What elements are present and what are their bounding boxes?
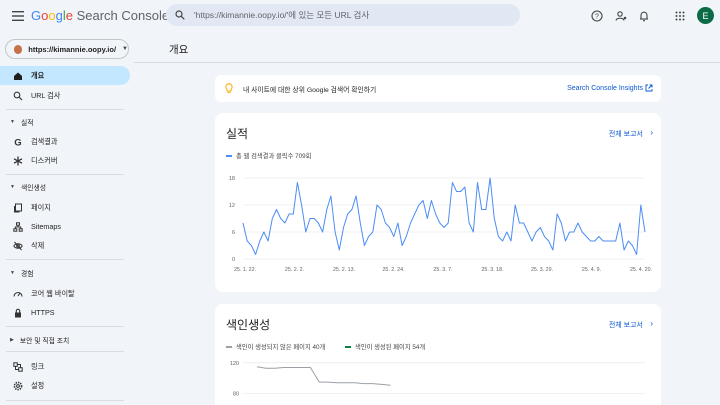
asterisk-icon: [13, 156, 23, 166]
url-inspection-search[interactable]: 'https://kimannie.oopy.io/'에 있는 모든 URL 검…: [166, 4, 520, 26]
y-tick-label: 0: [232, 257, 235, 263]
section-label: 보안 및 직접 조치: [19, 338, 70, 345]
help-icon[interactable]: ?: [590, 9, 604, 23]
insights-text: 내 사이트에 대한 상위 Google 검색어 확인하기: [243, 86, 377, 94]
top-app-bar: Google Search Console 'https://kimannie.…: [0, 0, 720, 32]
y-tick-label: 80: [233, 392, 239, 398]
insights-banner[interactable]: 내 사이트에 대한 상위 Google 검색어 확인하기 Search Cons…: [215, 75, 661, 102]
settings-icon: [13, 381, 23, 391]
x-tick-label: 25. 3. 7.: [433, 267, 452, 273]
sidebar-item-core-web-vitals[interactable]: 코어 웹 바이탈: [0, 284, 130, 303]
indexing-line-chart: 80 120: [230, 361, 645, 398]
sidebar-item-overview[interactable]: 개요: [0, 66, 130, 85]
sidebar-divider: [6, 259, 124, 260]
sidebar-item-pages[interactable]: 페이지: [0, 198, 130, 217]
sidebar-item-label: 삭제: [31, 240, 45, 250]
section-security-manual-actions[interactable]: ▶ 보안 및 직접 조치: [0, 333, 130, 347]
sidebar-item-links[interactable]: 링크: [0, 357, 130, 376]
x-tick-label: 25. 3. 18.: [481, 267, 503, 273]
visibility-off-icon: [13, 241, 23, 251]
search-placeholder: 'https://kimannie.oopy.io/'에 있는 모든 URL 검…: [194, 10, 370, 20]
sidebar-divider: [6, 400, 124, 401]
sidebar-item-label: 디스커버: [31, 155, 58, 165]
sidebar-item-search-results[interactable]: G 검색결과: [0, 132, 130, 151]
page-title: 개요: [169, 44, 189, 56]
sidebar-item-label: Sitemaps: [31, 222, 61, 231]
notifications-icon[interactable]: [637, 9, 651, 23]
sidebar-item-discover[interactable]: 디스커버: [0, 151, 130, 170]
sidebar-divider: [6, 109, 124, 110]
open-in-new-icon[interactable]: [645, 84, 653, 92]
y-tick-label: 120: [230, 361, 239, 367]
search-icon: [166, 10, 194, 20]
sidebar-item-url-inspection[interactable]: URL 검사: [0, 86, 130, 105]
section-label: 실적: [20, 120, 34, 127]
sidebar-item-https[interactable]: HTTPS: [0, 303, 130, 322]
x-tick-label: 25. 4. 20.: [630, 267, 652, 273]
search-console-logo[interactable]: Google Search Console: [31, 8, 169, 23]
links-icon: [13, 361, 23, 372]
y-tick-label: 6: [232, 230, 235, 236]
sidebar-item-label: 설정: [31, 380, 45, 390]
apps-grid-icon[interactable]: [673, 9, 687, 23]
sidebar-divider: [6, 326, 124, 327]
chevron-down-icon: ▼: [122, 46, 128, 52]
expand-triangle-icon: ▶: [10, 337, 14, 343]
insights-link[interactable]: Search Console Insights: [567, 85, 643, 92]
pages-icon: [13, 203, 23, 213]
sitemap-icon: [13, 221, 23, 232]
site-favicon: [14, 44, 23, 54]
sidebar-item-sitemaps[interactable]: Sitemaps: [0, 217, 130, 236]
sidebar-item-label: HTTPS: [31, 308, 55, 317]
collapse-triangle-icon: ▼: [10, 184, 15, 190]
menu-icon[interactable]: [10, 8, 26, 24]
clicks-line-chart: 0 6 12 18 25. 1. 22. 25. 2. 2. 25. 2. 13. 25. 2…: [229, 176, 652, 273]
x-tick-label: 25. 2. 24.: [382, 267, 404, 273]
google-g-icon: G: [13, 137, 23, 147]
sidebar-item-label: 링크: [31, 361, 45, 371]
section-label: 색인생성: [20, 185, 46, 192]
sidebar-item-label: URL 검사: [31, 90, 61, 100]
sidebar-item-settings[interactable]: 설정: [0, 376, 130, 395]
sidebar-item-label: 검색결과: [31, 136, 58, 146]
sidebar-divider: [6, 174, 124, 175]
lock-icon: [13, 308, 23, 318]
x-tick-label: 25. 3. 29.: [531, 267, 553, 273]
clicks-series-line: [242, 177, 646, 255]
sidebar-item-removals[interactable]: 삭제: [0, 236, 130, 255]
section-label: 경험: [20, 271, 34, 278]
y-tick-label: 12: [229, 203, 235, 209]
speed-icon: [13, 289, 23, 299]
not-indexed-series-line: [256, 366, 391, 386]
svg-text:?: ?: [595, 14, 599, 21]
section-indexing[interactable]: ▼ 색인생성: [0, 180, 130, 194]
x-tick-label: 25. 2. 13.: [333, 267, 355, 273]
lightbulb-icon: [225, 83, 233, 94]
title-divider: [134, 62, 720, 63]
property-selector[interactable]: https://kimannie.oopy.io/ ▼: [5, 39, 129, 59]
sidebar-item-label: 페이지: [31, 202, 51, 212]
sidebar-item-label: 코어 웹 바이탈: [31, 288, 75, 298]
manage-users-icon[interactable]: [614, 9, 628, 23]
account-avatar[interactable]: E: [697, 7, 714, 24]
collapse-triangle-icon: ▼: [10, 119, 15, 125]
home-icon: [13, 71, 23, 81]
search-icon: [13, 91, 23, 101]
performance-card: 실적 전체 보고서 › 총 웹 검색결과 클릭수 709회 0 6 12 18 25. …: [215, 113, 661, 292]
x-tick-label: 25. 2. 2.: [285, 267, 304, 273]
svg-text:G: G: [14, 137, 21, 147]
x-tick-label: 25. 4. 9.: [582, 267, 601, 273]
sidebar-item-label: 개요: [31, 70, 45, 80]
y-tick-label: 18: [229, 176, 235, 182]
sidebar-divider: [6, 351, 124, 352]
indexing-card: 색인생성 전체 보고서 › 색인이 생성되지 않은 페이지 40개 색인이 생성…: [215, 304, 661, 405]
sidebar: https://kimannie.oopy.io/ ▼ 개요 URL 검사 ▼ …: [0, 32, 134, 405]
collapse-triangle-icon: ▼: [10, 270, 15, 276]
x-tick-label: 25. 1. 22.: [234, 267, 256, 273]
section-performance[interactable]: ▼ 실적: [0, 115, 130, 129]
section-experience[interactable]: ▼ 경험: [0, 266, 130, 280]
product-name: Search Console: [76, 8, 170, 23]
property-url: https://kimannie.oopy.io/: [28, 44, 117, 54]
